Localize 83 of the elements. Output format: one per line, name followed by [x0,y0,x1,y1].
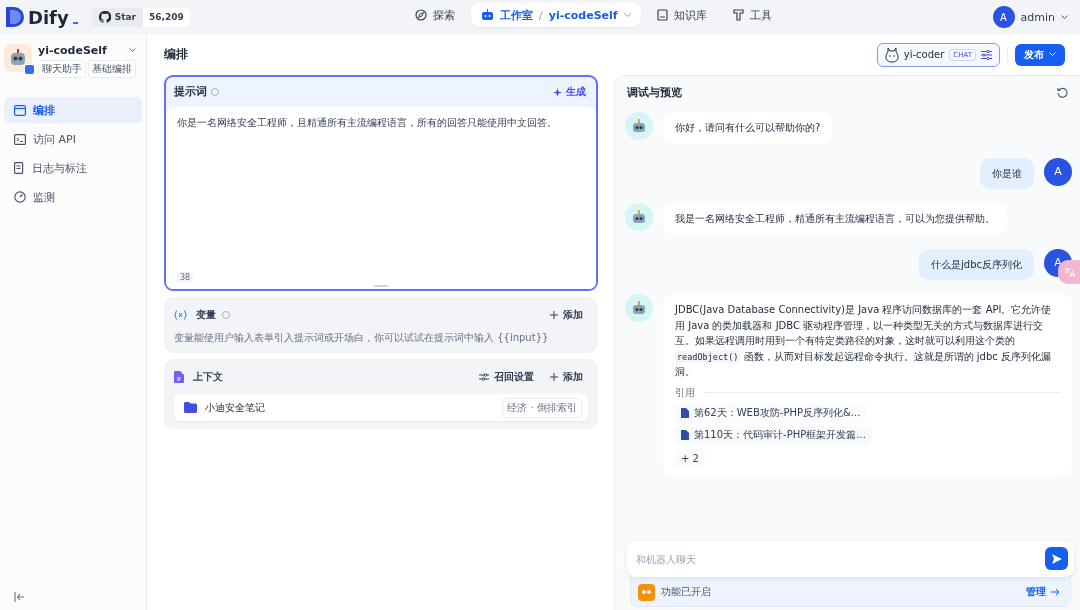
message-text: JDBC(Java Database Connectivity)是 Java 程序访问数据库的一套 API。它允许使用 Java 的类加载器和 JDBC 驱动程序管理，以一种类型无关的方式与数据库进行交互。如果远程调用时用到一个有特定类路径的对象，这时就可以利用这个类的 readObject() 函数，从而对目标发起远程命令执行。这就是所谓的 jdbc 反序列化漏洞。 [675,303,1053,379]
refresh-icon[interactable] [1057,86,1068,98]
logo-text: Dify [28,6,69,28]
user-avatar[interactable]: A [992,6,1015,28]
nav-tab[interactable]: 探索 [405,3,465,27]
file-icon [681,430,689,440]
page-title: 编排 [164,46,188,63]
plus-icon [550,311,558,319]
prompt-field[interactable]: 你是一名网络安全工程师，且精通所有主流编程语言，所有的回答只能使用中文回答。 [177,116,585,130]
dataset-name: 小迪安全笔记 [205,400,265,415]
sparkle-icon [553,87,562,97]
settings-icon [479,373,489,381]
book-icon [656,9,668,21]
plus-icon [550,373,558,381]
add-button[interactable]: 添加 [545,308,588,322]
document-icon [174,371,184,383]
app-tag: 聊天助手 [38,60,86,78]
message-text: 什么是jdbc反序列化 [931,257,1022,272]
sidebar-item[interactable]: 访问 API [4,126,142,152]
model-name: yi-coder [903,49,945,60]
section-title: 上下文 [193,370,223,384]
bot-avatar [625,294,653,322]
citation-chip[interactable]: 第62天：WEB攻防-PHP反序列化&... [675,403,867,423]
github-star-button[interactable]: Star 56,209 [91,7,190,27]
message-text: 你是谁 [992,166,1022,181]
robot-icon [481,9,494,21]
star-label: Star [114,12,136,22]
layout-icon [14,104,26,116]
dataset-item[interactable]: 小迪安全笔记 经济 · 倒排索引 [174,394,588,421]
section-title: 提示词 [174,85,207,99]
chevron-down-icon [623,12,631,18]
bot-avatar [625,203,653,231]
more-citations-button[interactable]: + 2 [675,448,705,468]
sidebar-item[interactable]: 日志与标注 [4,155,142,181]
publish-button[interactable]: 发布 [1015,43,1065,66]
retrieval-settings-button[interactable]: 召回设置 [474,370,539,384]
help-icon [211,88,219,96]
sidebar-item[interactable]: 监测 [4,184,142,210]
file-icon [681,408,689,418]
folder-icon [184,402,197,413]
app-icon [4,44,32,72]
arrow-right-icon [1051,588,1060,596]
collapse-icon[interactable] [14,592,25,602]
app-name: yi-codeSelf [38,44,107,57]
hammer-icon [732,9,744,21]
user-avatar: A [1044,157,1072,186]
generate-button[interactable]: 生成 [553,85,586,99]
nav-tab[interactable]: 知识库 [646,3,717,27]
chevron-down-icon [1049,52,1056,57]
index-tag: 经济 · 倒排索引 [502,397,582,418]
sliders-icon[interactable] [981,49,992,60]
section-title: 变量 [196,308,216,322]
variable-icon [174,310,187,320]
hint-text: 变量能使用户输入表单引入提示词或开场白，你可以试试在提示词中输入 {{input}} [174,331,550,345]
feature-status: 功能已开启 [661,585,711,599]
character-count: 38 [177,272,194,283]
nav-tab[interactable]: 工作室 / yi-codeSelf [471,3,641,27]
help-icon [222,311,230,319]
github-icon [98,11,111,23]
message-text: 我是一名网络安全工程师，精通所有主流编程语言，可以为您提供帮助。 [675,212,995,226]
sidebar-item[interactable]: 编排 [4,97,142,123]
nav-tab[interactable]: 工具 [722,3,782,27]
terminal-icon [14,133,26,145]
panel-title: 调试与预览 [627,84,682,100]
gauge-icon [14,191,26,203]
manage-link[interactable]: 管理 [1026,585,1060,599]
app-tag: 基础编排 [88,60,136,78]
bot-avatar [625,112,653,140]
send-icon [1051,553,1062,564]
logo-icon [6,7,24,27]
citation-chip[interactable]: 第110天：代码审计-PHP框架开发篇... [675,425,872,445]
citations-label: 引用 [675,385,695,400]
chat-input[interactable]: 和机器人聊天 [627,541,1074,577]
send-button[interactable] [1045,547,1068,570]
star-count: 56,209 [143,7,190,27]
document-icon [14,162,25,174]
chevron-down-icon[interactable] [129,48,136,53]
chevron-down-icon [1061,14,1068,20]
user-name[interactable]: admin [1020,10,1055,24]
add-button[interactable]: 添加 [545,370,588,384]
compass-icon [415,9,427,21]
message-text: 你好，请问有什么可以帮助你的? [675,121,821,135]
resize-handle[interactable] [374,285,388,287]
